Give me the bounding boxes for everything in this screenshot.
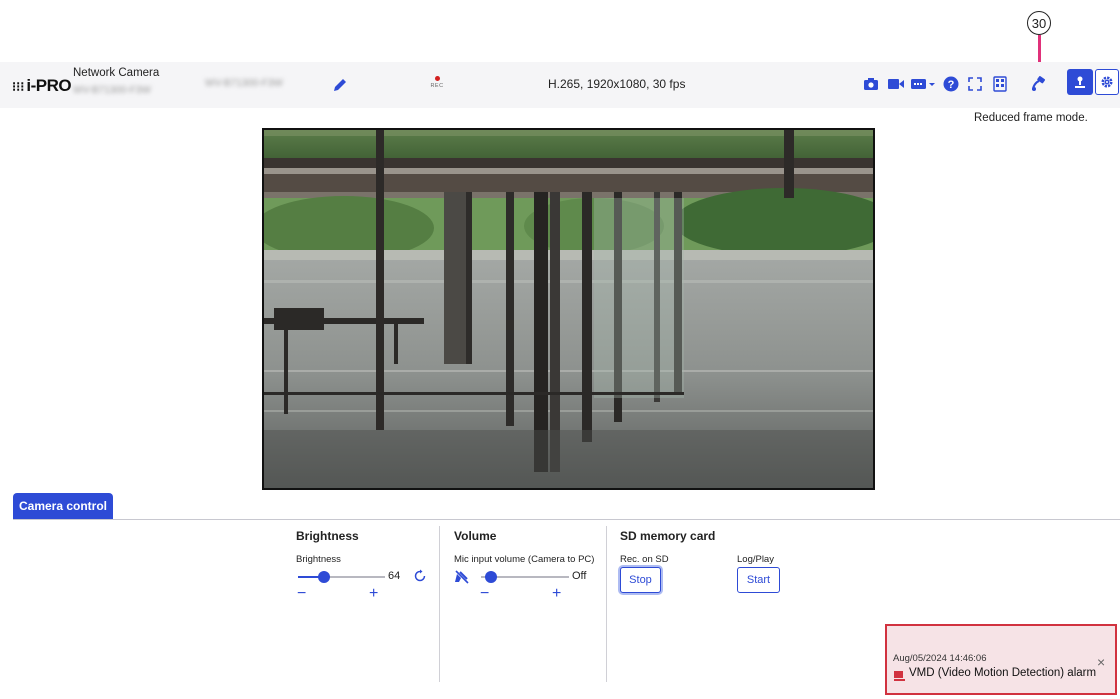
alarm-message: VMD (Video Motion Detection) alarm <box>909 667 1097 679</box>
reduced-frame-icon[interactable] <box>1029 74 1049 94</box>
settings-icon[interactable] <box>1095 69 1119 95</box>
fullscreen-icon[interactable] <box>965 74 985 94</box>
camera-title: WV-B71300-F3W <box>205 78 283 89</box>
reduced-frame-label: Reduced frame mode. <box>974 112 1088 124</box>
sd-card-title: SD memory card <box>620 529 716 543</box>
brightness-minus-button[interactable]: − <box>297 586 306 602</box>
brightness-value: 64 <box>388 570 401 582</box>
close-icon[interactable]: × <box>1097 654 1105 670</box>
mic-volume-label: Mic input volume (Camera to PC) <box>454 554 595 565</box>
section-divider <box>439 526 440 682</box>
header-bar: ⁝⁝⁝ i-PRO Network Camera WV-B71300-F3W WV… <box>0 62 1120 108</box>
rec-stop-button[interactable]: Stop <box>620 567 661 593</box>
live-icon[interactable] <box>1067 69 1093 95</box>
help-icon[interactable]: ? <box>941 74 961 94</box>
model-name: WV-B71300-F3W <box>73 85 151 96</box>
brand-subtitle: Network Camera <box>73 67 160 79</box>
alarm-notification: Aug/05/2024 14:46:06 VMD (Video Motion D… <box>885 624 1117 695</box>
volume-minus-button[interactable]: − <box>480 586 489 602</box>
brightness-slider-knob[interactable] <box>318 571 331 583</box>
reset-icon[interactable] <box>413 569 427 583</box>
video-record-icon[interactable] <box>886 74 906 94</box>
camera-snapshot-icon[interactable] <box>861 74 881 94</box>
log-play-start-button[interactable]: Start <box>737 567 780 593</box>
brightness-label: Brightness <box>296 554 341 565</box>
volume-title: Volume <box>454 529 497 543</box>
rec-dot-icon <box>434 76 440 81</box>
edit-pencil-icon[interactable] <box>331 76 349 94</box>
section-divider <box>606 526 607 682</box>
log-play-label: Log/Play <box>737 554 774 565</box>
mic-volume-slider-knob[interactable] <box>485 571 497 583</box>
stream-select-icon[interactable] <box>909 74 937 94</box>
brightness-plus-button[interactable]: + <box>369 586 378 602</box>
rec-on-sd-label: Rec. on SD <box>620 554 669 565</box>
logo: ⁝⁝⁝ i-PRO <box>12 76 72 95</box>
svg-text:?: ? <box>948 79 955 91</box>
grid-icon[interactable] <box>990 74 1010 94</box>
mic-mute-icon[interactable] <box>454 569 470 585</box>
callout-number: 30 <box>1027 11 1051 35</box>
tab-camera-control[interactable]: Camera control <box>13 493 113 519</box>
stream-info: H.265, 1920x1080, 30 fps <box>548 77 686 91</box>
alarm-timestamp: Aug/05/2024 14:46:06 <box>893 653 987 664</box>
alarm-flag-icon <box>894 669 905 681</box>
rec-indicator: REC <box>425 72 449 96</box>
mic-volume-value: Off <box>572 570 587 582</box>
volume-plus-button[interactable]: + <box>552 586 561 602</box>
live-video-image <box>262 128 875 490</box>
brightness-title: Brightness <box>296 529 359 543</box>
